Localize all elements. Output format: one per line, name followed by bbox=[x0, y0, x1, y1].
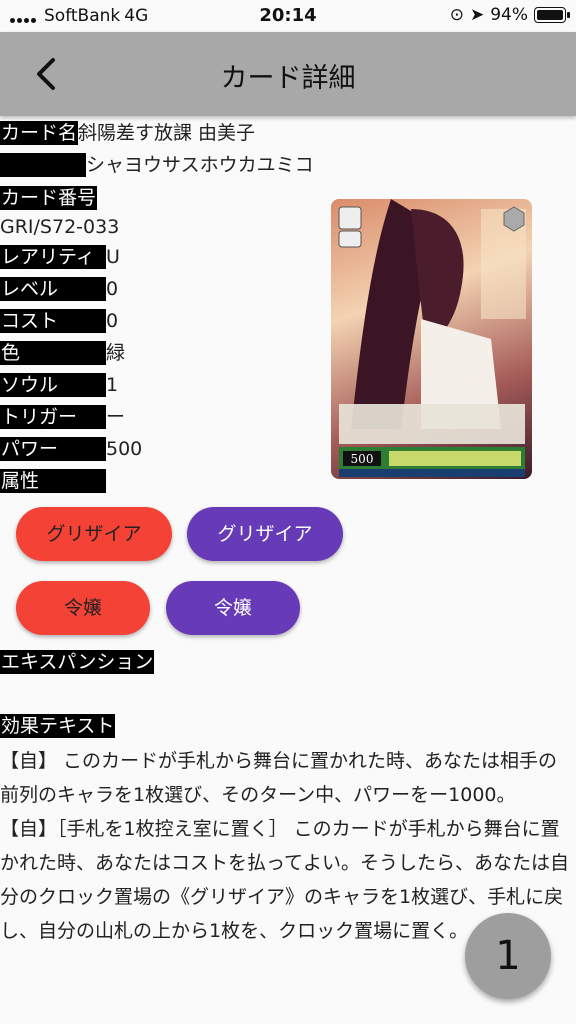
location-icon: ➤ bbox=[469, 5, 485, 25]
card-reading-label: カナ bbox=[0, 152, 86, 177]
card-name-label: カード名 bbox=[0, 120, 79, 145]
expansion-value: グリザイアの果実 bbox=[0, 682, 153, 705]
rarity-value: U bbox=[106, 245, 120, 268]
color-row: 色緑 bbox=[0, 337, 125, 367]
card-number-row: カード番号 bbox=[0, 182, 98, 212]
expansion-value-row: グリザイアの果実 bbox=[0, 678, 152, 708]
power-row: パワー 500 bbox=[0, 433, 142, 463]
battery-icon bbox=[534, 7, 570, 23]
level-value: 0 bbox=[106, 277, 119, 300]
level-label: レベル bbox=[0, 276, 106, 301]
rarity-row: レアリティ U bbox=[0, 241, 120, 271]
card-image: 500 bbox=[331, 199, 532, 479]
status-bar: SoftBank 4G 20:14 ⊙ ➤ 94% bbox=[0, 0, 576, 32]
trigger-row: トリガーー bbox=[0, 401, 125, 431]
soul-label: ソウル bbox=[0, 372, 106, 397]
soul-value: 1 bbox=[106, 373, 119, 396]
attribute-chip-reijou-purple[interactable]: 令嬢 bbox=[166, 581, 300, 635]
trigger-label: トリガー bbox=[0, 404, 106, 429]
card-reading-row: カナ シャヨウサスホウカユミコ bbox=[0, 149, 314, 179]
rotation-lock-icon: ⊙ bbox=[449, 5, 464, 25]
rarity-label: レアリティ bbox=[0, 244, 106, 269]
card-name-value: 斜陽差す放課 由美子 bbox=[78, 121, 256, 144]
card-number-value-row: GRI/S72-033 bbox=[0, 211, 119, 241]
card-number-label: カード番号 bbox=[0, 185, 98, 210]
page-title: カード詳細 bbox=[220, 63, 356, 94]
card-number-value: GRI/S72-033 bbox=[0, 215, 120, 238]
card-name-row: カード名斜陽差す放課 由美子 bbox=[0, 117, 255, 147]
expansion-label: エキスパンション bbox=[0, 649, 155, 674]
status-right: ⊙ ➤ 94% bbox=[449, 5, 570, 25]
expansion-row: エキスパンション bbox=[0, 646, 155, 676]
attribute-label: 属性 bbox=[0, 468, 106, 493]
level-row: レベル 0 bbox=[0, 273, 118, 303]
cost-value: 0 bbox=[106, 309, 119, 332]
power-label: パワー bbox=[0, 436, 106, 461]
attribute-chip-grisaia-red[interactable]: グリザイア bbox=[16, 507, 172, 561]
effect-label: 効果テキスト bbox=[0, 713, 116, 738]
soul-row: ソウル 1 bbox=[0, 369, 118, 399]
trigger-value: ー bbox=[106, 405, 126, 428]
count-fab-button[interactable]: 1 bbox=[465, 913, 551, 999]
attribute-chip-grisaia-purple[interactable]: グリザイア bbox=[187, 507, 343, 561]
battery-percent: 94% bbox=[490, 5, 528, 25]
app-bar: カード詳細 bbox=[0, 32, 576, 116]
attribute-chip-reijou-red[interactable]: 令嬢 bbox=[16, 581, 150, 635]
color-value: 緑 bbox=[106, 341, 126, 364]
cost-label: コスト bbox=[0, 308, 106, 333]
cost-row: コスト 0 bbox=[0, 305, 118, 335]
card-power-mark: 500 bbox=[351, 452, 374, 466]
card-artwork: 500 bbox=[338, 199, 526, 477]
power-value: 500 bbox=[106, 437, 143, 460]
effect-row: 効果テキスト bbox=[0, 710, 116, 740]
attribute-row: 属性 bbox=[0, 465, 106, 495]
card-reading-value: シャヨウサスホウカユミコ bbox=[86, 153, 314, 176]
color-label: 色 bbox=[0, 340, 106, 365]
